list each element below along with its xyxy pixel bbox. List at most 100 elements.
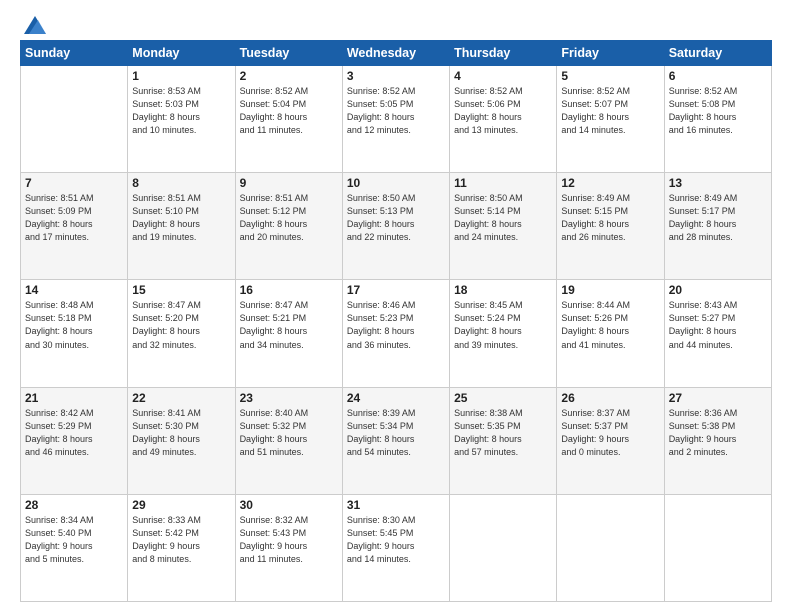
day-info: Sunrise: 8:51 AMSunset: 5:10 PMDaylight:… <box>132 192 230 244</box>
day-info: Sunrise: 8:38 AMSunset: 5:35 PMDaylight:… <box>454 407 552 459</box>
day-info: Sunrise: 8:49 AMSunset: 5:15 PMDaylight:… <box>561 192 659 244</box>
day-number: 2 <box>240 69 338 83</box>
calendar-cell: 6 Sunrise: 8:52 AMSunset: 5:08 PMDaylight… <box>664 66 771 173</box>
calendar-cell: 21Sunrise: 8:42 AMSunset: 5:29 PMDayligh… <box>21 387 128 494</box>
day-number: 6 <box>669 69 767 83</box>
calendar-cell: 19 Sunrise: 8:44 AMSunset: 5:26 PMDayligh… <box>557 280 664 387</box>
calendar-cell: 22Sunrise: 8:41 AMSunset: 5:30 PMDayligh… <box>128 387 235 494</box>
calendar-cell: 7 Sunrise: 8:51 AMSunset: 5:09 PMDaylight… <box>21 173 128 280</box>
day-number: 1 <box>132 69 230 83</box>
calendar-cell <box>21 66 128 173</box>
day-info: Sunrise: 8:49 AMSunset: 5:17 PMDaylight:… <box>669 192 767 244</box>
day-number: 27 <box>669 391 767 405</box>
header <box>20 16 772 30</box>
calendar-cell <box>557 494 664 601</box>
day-number: 9 <box>240 176 338 190</box>
day-info: Sunrise: 8:40 AMSunset: 5:32 PMDaylight:… <box>240 407 338 459</box>
day-number: 7 <box>25 176 123 190</box>
day-number: 30 <box>240 498 338 512</box>
calendar-cell <box>450 494 557 601</box>
day-info: Sunrise: 8:39 AMSunset: 5:34 PMDaylight:… <box>347 407 445 459</box>
calendar-cell: 27 Sunrise: 8:36 AMSunset: 5:38 PMDayligh… <box>664 387 771 494</box>
day-info: Sunrise: 8:47 AMSunset: 5:20 PMDaylight:… <box>132 299 230 351</box>
day-number: 31 <box>347 498 445 512</box>
calendar-header-row: SundayMondayTuesdayWednesdayThursdayFrid… <box>21 41 772 66</box>
weekday-header: Thursday <box>450 41 557 66</box>
day-info: Sunrise: 8:37 AMSunset: 5:37 PMDaylight:… <box>561 407 659 459</box>
day-number: 19 <box>561 283 659 297</box>
calendar-cell: 12 Sunrise: 8:49 AMSunset: 5:15 PMDayligh… <box>557 173 664 280</box>
calendar-cell: 4Sunrise: 8:52 AMSunset: 5:06 PMDaylight… <box>450 66 557 173</box>
calendar-table: SundayMondayTuesdayWednesdayThursdayFrid… <box>20 40 772 602</box>
day-info: Sunrise: 8:48 AMSunset: 5:18 PMDaylight:… <box>25 299 123 351</box>
calendar-week-row: 1Sunrise: 8:53 AMSunset: 5:03 PMDaylight… <box>21 66 772 173</box>
day-number: 24 <box>347 391 445 405</box>
calendar-cell <box>664 494 771 601</box>
day-info: Sunrise: 8:52 AMSunset: 5:08 PMDaylight:… <box>669 85 767 137</box>
calendar-cell: 25 Sunrise: 8:38 AMSunset: 5:35 PMDayligh… <box>450 387 557 494</box>
day-info: Sunrise: 8:52 AMSunset: 5:06 PMDaylight:… <box>454 85 552 137</box>
weekday-header: Wednesday <box>342 41 449 66</box>
day-info: Sunrise: 8:30 AMSunset: 5:45 PMDaylight:… <box>347 514 445 566</box>
calendar-cell: 24 Sunrise: 8:39 AMSunset: 5:34 PMDayligh… <box>342 387 449 494</box>
calendar-week-row: 28 Sunrise: 8:34 AMSunset: 5:40 PMDayligh… <box>21 494 772 601</box>
day-info: Sunrise: 8:46 AMSunset: 5:23 PMDaylight:… <box>347 299 445 351</box>
calendar-cell: 5 Sunrise: 8:52 AMSunset: 5:07 PMDaylight… <box>557 66 664 173</box>
logo <box>20 16 46 30</box>
day-info: Sunrise: 8:52 AMSunset: 5:07 PMDaylight:… <box>561 85 659 137</box>
calendar-cell: 31 Sunrise: 8:30 AMSunset: 5:45 PMDayligh… <box>342 494 449 601</box>
calendar-cell: 3 Sunrise: 8:52 AMSunset: 5:05 PMDaylight… <box>342 66 449 173</box>
logo-icon <box>24 16 46 34</box>
calendar-cell: 8 Sunrise: 8:51 AMSunset: 5:10 PMDaylight… <box>128 173 235 280</box>
day-number: 20 <box>669 283 767 297</box>
day-info: Sunrise: 8:45 AMSunset: 5:24 PMDaylight:… <box>454 299 552 351</box>
weekday-header: Sunday <box>21 41 128 66</box>
day-info: Sunrise: 8:51 AMSunset: 5:12 PMDaylight:… <box>240 192 338 244</box>
weekday-header: Monday <box>128 41 235 66</box>
day-number: 17 <box>347 283 445 297</box>
day-number: 25 <box>454 391 552 405</box>
day-info: Sunrise: 8:52 AMSunset: 5:05 PMDaylight:… <box>347 85 445 137</box>
calendar-week-row: 21Sunrise: 8:42 AMSunset: 5:29 PMDayligh… <box>21 387 772 494</box>
day-info: Sunrise: 8:33 AMSunset: 5:42 PMDaylight:… <box>132 514 230 566</box>
calendar-week-row: 7 Sunrise: 8:51 AMSunset: 5:09 PMDaylight… <box>21 173 772 280</box>
day-info: Sunrise: 8:34 AMSunset: 5:40 PMDaylight:… <box>25 514 123 566</box>
calendar-cell: 16 Sunrise: 8:47 AMSunset: 5:21 PMDayligh… <box>235 280 342 387</box>
day-number: 16 <box>240 283 338 297</box>
day-info: Sunrise: 8:51 AMSunset: 5:09 PMDaylight:… <box>25 192 123 244</box>
calendar-cell: 17 Sunrise: 8:46 AMSunset: 5:23 PMDayligh… <box>342 280 449 387</box>
day-number: 3 <box>347 69 445 83</box>
calendar-cell: 2 Sunrise: 8:52 AMSunset: 5:04 PMDaylight… <box>235 66 342 173</box>
day-number: 28 <box>25 498 123 512</box>
day-number: 15 <box>132 283 230 297</box>
calendar-cell: 28 Sunrise: 8:34 AMSunset: 5:40 PMDayligh… <box>21 494 128 601</box>
calendar-cell: 23Sunrise: 8:40 AMSunset: 5:32 PMDayligh… <box>235 387 342 494</box>
day-number: 5 <box>561 69 659 83</box>
calendar-cell: 9 Sunrise: 8:51 AMSunset: 5:12 PMDaylight… <box>235 173 342 280</box>
day-number: 12 <box>561 176 659 190</box>
day-number: 10 <box>347 176 445 190</box>
day-info: Sunrise: 8:32 AMSunset: 5:43 PMDaylight:… <box>240 514 338 566</box>
day-info: Sunrise: 8:36 AMSunset: 5:38 PMDaylight:… <box>669 407 767 459</box>
day-info: Sunrise: 8:43 AMSunset: 5:27 PMDaylight:… <box>669 299 767 351</box>
calendar-cell: 26 Sunrise: 8:37 AMSunset: 5:37 PMDayligh… <box>557 387 664 494</box>
calendar-cell: 14Sunrise: 8:48 AMSunset: 5:18 PMDayligh… <box>21 280 128 387</box>
calendar-cell: 20 Sunrise: 8:43 AMSunset: 5:27 PMDayligh… <box>664 280 771 387</box>
calendar-cell: 30 Sunrise: 8:32 AMSunset: 5:43 PMDayligh… <box>235 494 342 601</box>
day-number: 13 <box>669 176 767 190</box>
calendar-cell: 1Sunrise: 8:53 AMSunset: 5:03 PMDaylight… <box>128 66 235 173</box>
day-info: Sunrise: 8:47 AMSunset: 5:21 PMDaylight:… <box>240 299 338 351</box>
calendar-week-row: 14Sunrise: 8:48 AMSunset: 5:18 PMDayligh… <box>21 280 772 387</box>
weekday-header: Tuesday <box>235 41 342 66</box>
day-info: Sunrise: 8:50 AMSunset: 5:14 PMDaylight:… <box>454 192 552 244</box>
day-number: 26 <box>561 391 659 405</box>
calendar-cell: 10 Sunrise: 8:50 AMSunset: 5:13 PMDayligh… <box>342 173 449 280</box>
day-info: Sunrise: 8:52 AMSunset: 5:04 PMDaylight:… <box>240 85 338 137</box>
day-info: Sunrise: 8:41 AMSunset: 5:30 PMDaylight:… <box>132 407 230 459</box>
weekday-header: Saturday <box>664 41 771 66</box>
calendar-cell: 29Sunrise: 8:33 AMSunset: 5:42 PMDayligh… <box>128 494 235 601</box>
day-info: Sunrise: 8:44 AMSunset: 5:26 PMDaylight:… <box>561 299 659 351</box>
day-info: Sunrise: 8:50 AMSunset: 5:13 PMDaylight:… <box>347 192 445 244</box>
calendar-cell: 18Sunrise: 8:45 AMSunset: 5:24 PMDayligh… <box>450 280 557 387</box>
day-number: 8 <box>132 176 230 190</box>
